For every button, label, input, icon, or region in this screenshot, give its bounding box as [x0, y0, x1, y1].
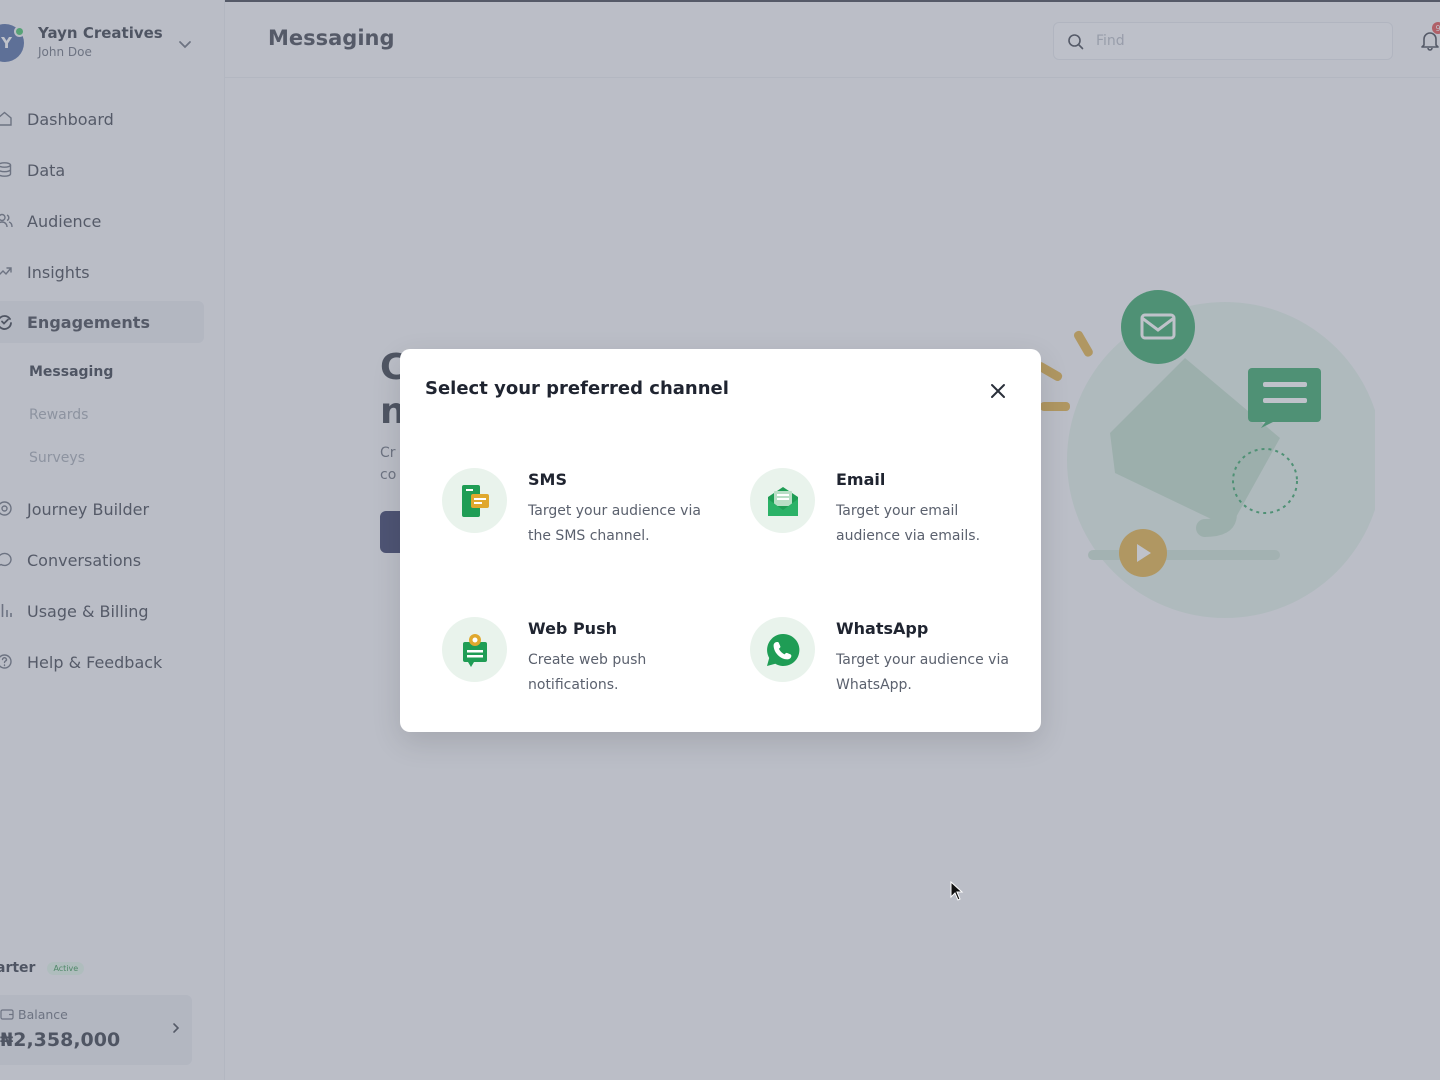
channel-name: SMS [528, 470, 567, 489]
channel-name: Web Push [528, 619, 617, 638]
whatsapp-icon [766, 633, 799, 666]
channel-option-email[interactable]: Email Target your email audience via ema… [750, 468, 1040, 558]
email-icon-wrapper [750, 468, 815, 533]
modal-title: Select your preferred channel [425, 378, 729, 399]
channel-description: Target your audience via the SMS channel… [528, 503, 701, 544]
sms-icon-wrapper [442, 468, 507, 533]
web-push-icon [462, 633, 487, 667]
channel-description: Target your audience via WhatsApp. [836, 652, 1009, 693]
mouse-cursor-icon [950, 881, 964, 901]
channel-select-modal: Select your preferred channel SMS Target… [400, 349, 1041, 732]
web-push-icon-wrapper [442, 617, 507, 682]
channel-option-web-push[interactable]: Web Push Create web push notifications. [442, 617, 732, 707]
channel-name: WhatsApp [836, 619, 929, 638]
channel-description: Target your email audience via emails. [836, 503, 981, 544]
close-icon[interactable] [987, 380, 1009, 402]
whatsapp-icon-wrapper [750, 617, 815, 682]
channel-name: Email [836, 470, 886, 489]
sms-icon [461, 484, 489, 517]
channel-option-sms[interactable]: SMS Target your audience via the SMS cha… [442, 468, 732, 558]
channel-description: Create web push notifications. [528, 652, 647, 693]
email-icon [767, 486, 798, 516]
channel-option-whatsapp[interactable]: WhatsApp Target your audience via WhatsA… [750, 617, 1040, 707]
